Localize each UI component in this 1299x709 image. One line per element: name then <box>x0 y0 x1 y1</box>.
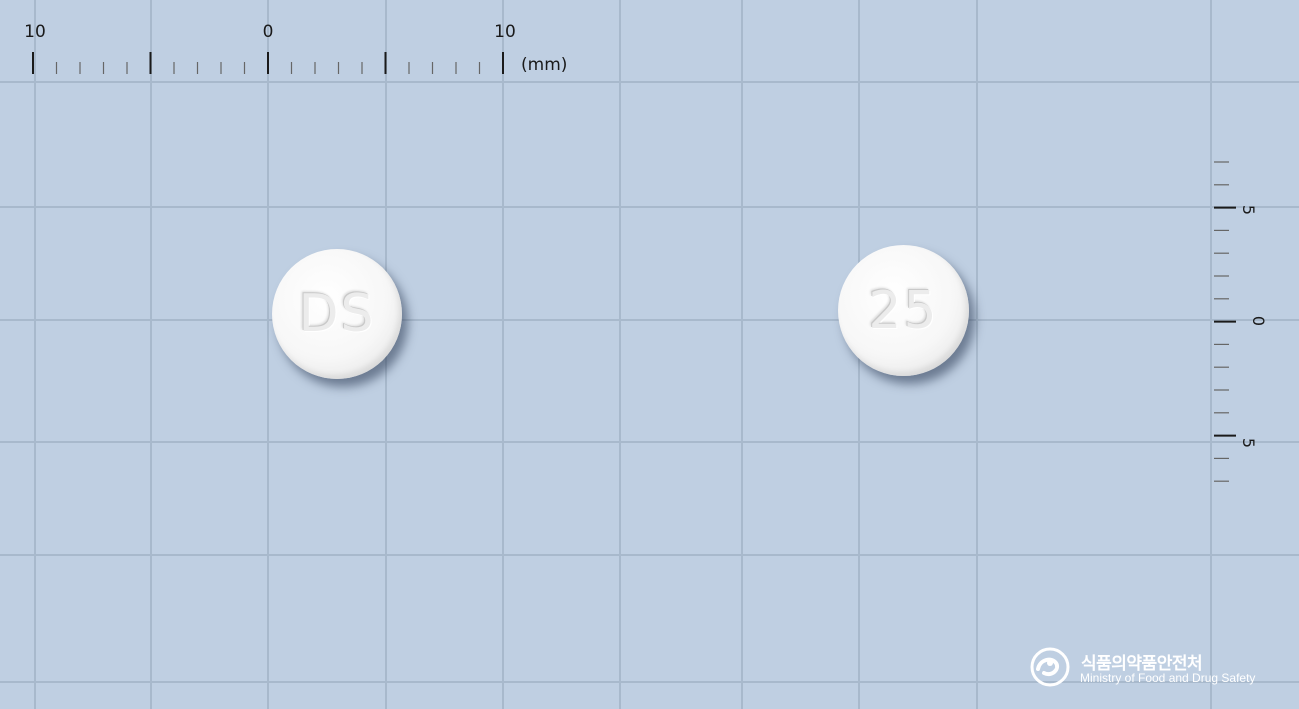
mfds-logo-english: Ministry of Food and Drug Safety <box>1080 671 1256 685</box>
top-ruler-unit: (mm) <box>521 55 567 75</box>
tablet-front-imprint: DS <box>298 284 376 344</box>
pill-photo: 10 0 10 (mm) 5 0 5 DS 25 식품의약품안전처 Minist… <box>0 0 1299 709</box>
measurement-grid: 10 0 10 (mm) 5 0 5 <box>0 0 1299 709</box>
mfds-logo: 식품의약품안전처 Ministry of Food and Drug Safet… <box>1030 647 1270 691</box>
right-ruler-label-bottom: 5 <box>1239 438 1258 448</box>
top-ruler-label-right: 10 <box>494 22 516 42</box>
grid-lines <box>0 0 1299 709</box>
right-ruler-label-top: 5 <box>1239 205 1258 215</box>
top-ruler-label-zero: 0 <box>263 22 274 42</box>
top-ruler-label-left: 10 <box>24 22 46 42</box>
tablet-back: 25 <box>838 245 969 376</box>
tablet-back-imprint: 25 <box>868 280 939 341</box>
right-ruler-label-zero: 0 <box>1249 316 1268 326</box>
tablet-front: DS <box>272 249 402 379</box>
top-ruler: 10 0 10 (mm) <box>24 22 567 75</box>
right-ruler: 5 0 5 <box>1214 161 1268 482</box>
mfds-emblem-icon <box>1030 647 1070 687</box>
